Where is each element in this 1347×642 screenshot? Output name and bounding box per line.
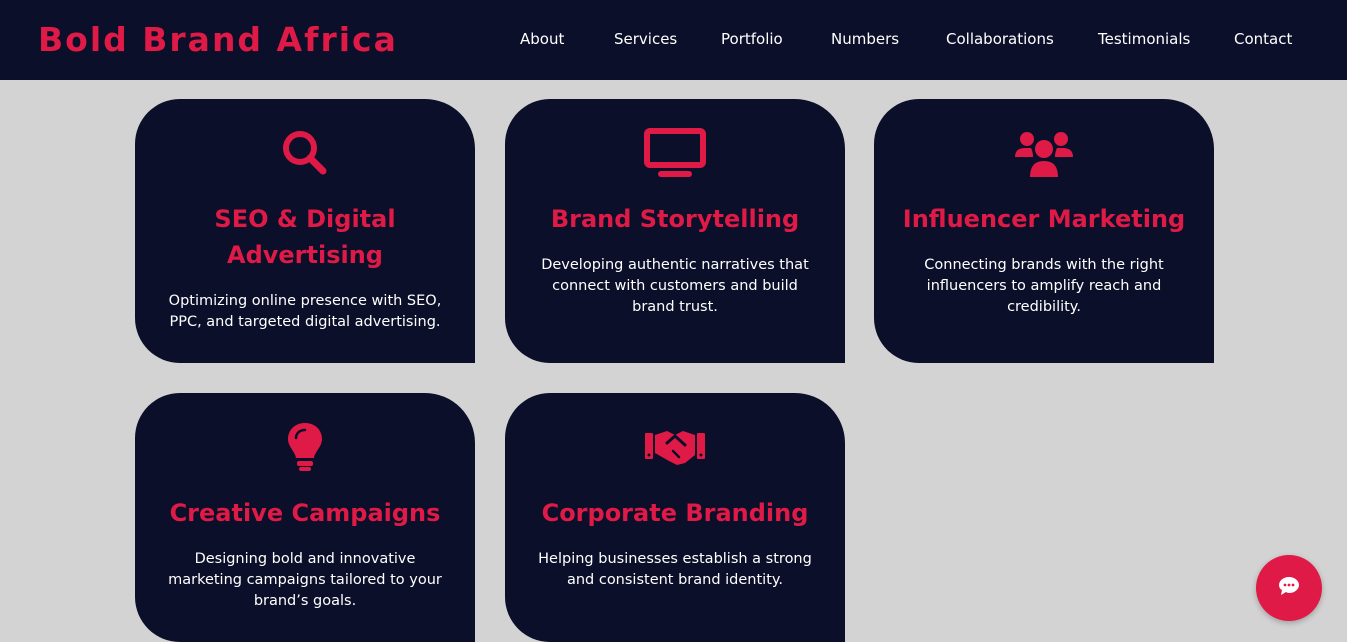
service-card-influencer: Influencer Marketing Connecting brands w…: [874, 99, 1214, 363]
chat-bubble-icon: [1278, 576, 1300, 600]
handshake-icon: [505, 421, 845, 473]
card-description: Developing authentic narratives that con…: [541, 257, 809, 315]
service-card-corporate: Corporate Branding Helping businesses es…: [505, 393, 845, 642]
search-icon: [135, 127, 475, 179]
card-description: Connecting brands with the right influen…: [924, 257, 1164, 315]
service-card-storytelling: Brand Storytelling Developing authentic …: [505, 99, 845, 363]
card-description: Optimizing online presence with SEO, PPC…: [168, 293, 442, 330]
card-title: SEO & Digital Advertising: [214, 205, 396, 269]
lightbulb-icon: [135, 421, 475, 473]
nav-link-about[interactable]: About: [520, 30, 564, 48]
card-title: Creative Campaigns: [169, 499, 441, 527]
nav-link-portfolio[interactable]: Portfolio: [721, 30, 783, 48]
nav-link-collaborations[interactable]: Collaborations: [946, 30, 1054, 48]
card-title: Brand Storytelling: [550, 205, 800, 233]
navbar: Bold Brand Africa About Services Portfol…: [0, 0, 1347, 80]
card-title: Corporate Branding: [541, 499, 809, 527]
card-description: Helping businesses establish a strong an…: [538, 551, 812, 588]
monitor-icon: [505, 127, 845, 179]
nav-link-numbers[interactable]: Numbers: [831, 30, 899, 48]
users-icon: [874, 127, 1214, 179]
chat-button[interactable]: [1256, 555, 1322, 621]
card-description: Designing bold and innovative marketing …: [168, 551, 442, 609]
nav-link-services[interactable]: Services: [614, 30, 677, 48]
nav-link-testimonials[interactable]: Testimonials: [1098, 30, 1190, 48]
nav-link-contact[interactable]: Contact: [1234, 30, 1292, 48]
service-card-creative: Creative Campaigns Designing bold and in…: [135, 393, 475, 642]
brand-logo[interactable]: Bold Brand Africa: [38, 20, 398, 59]
service-card-seo: SEO & Digital Advertising Optimizing onl…: [135, 99, 475, 363]
card-title: Influencer Marketing: [902, 205, 1186, 233]
